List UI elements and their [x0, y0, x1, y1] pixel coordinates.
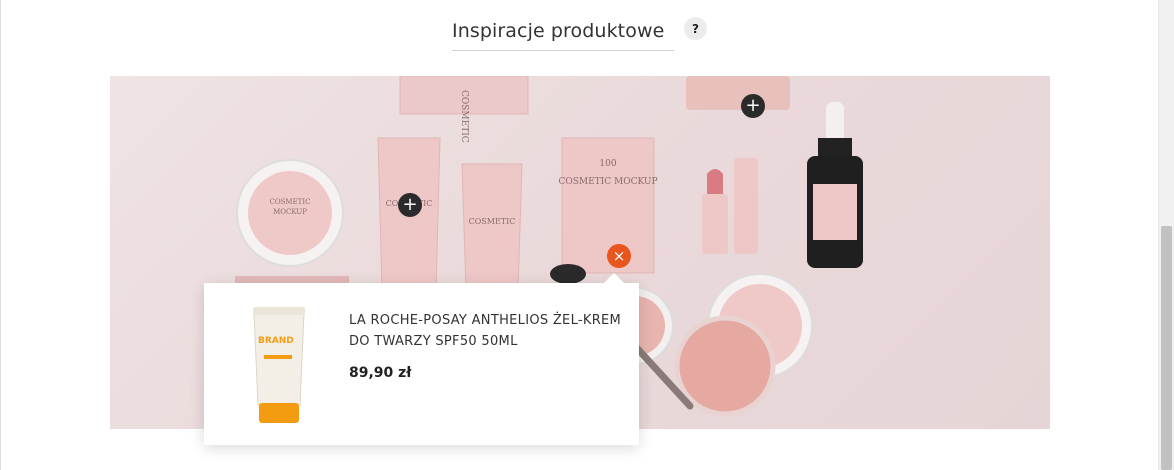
page-left-border — [0, 0, 1, 470]
svg-text:MOCKUP: MOCKUP — [273, 208, 307, 216]
scrollbar[interactable] — [1158, 0, 1174, 470]
popup-arrow — [604, 273, 624, 283]
svg-text:COSMETIC: COSMETIC — [270, 198, 311, 206]
product-name-link[interactable]: LA ROCHE-POSAY ANTHELIOS ŻEL-KREM DO TWA… — [349, 310, 624, 352]
mockup-number-text: 100 — [599, 159, 616, 169]
svg-text:COSMETIC: COSMETIC — [469, 217, 516, 226]
hotspot-plus-tube[interactable]: + — [398, 193, 422, 217]
product-image-brand: BRAND — [258, 336, 294, 346]
product-popup[interactable]: BRAND LA ROCHE-POSAY ANTHELIOS ŻEL-KREM … — [204, 273, 639, 445]
title-underline — [452, 50, 674, 51]
svg-text:COSMETIC: COSMETIC — [459, 90, 469, 143]
product-image[interactable]: BRAND — [244, 305, 314, 425]
hotspot-plus-top[interactable]: + — [741, 94, 765, 118]
scrollbar-thumb[interactable] — [1161, 226, 1172, 470]
mockup-brand-text: COSMETIC MOCKUP — [558, 177, 657, 187]
section-heading: Inspiracje produktowe — [452, 12, 674, 51]
section-title: Inspiracje produktowe — [452, 20, 665, 42]
hotspot-close-icon[interactable]: × — [607, 244, 631, 268]
help-button[interactable]: ? — [684, 17, 707, 40]
product-price: 89,90 zł — [349, 365, 412, 381]
